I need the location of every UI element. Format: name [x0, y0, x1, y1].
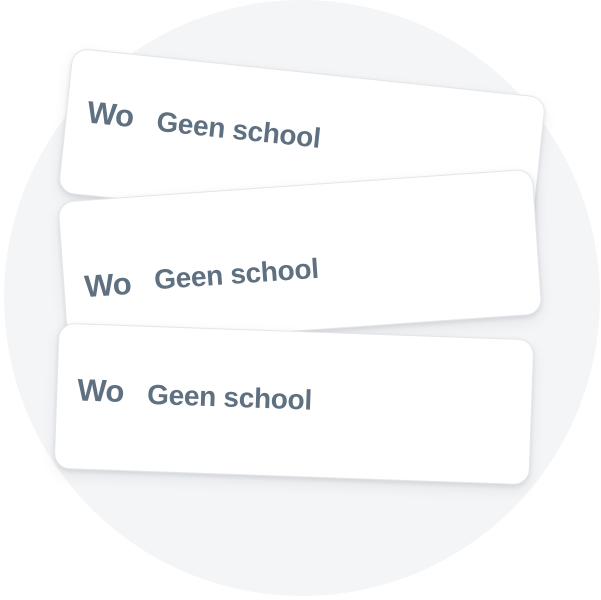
status-label: Geen school: [153, 252, 320, 296]
day-abbreviation: Wo: [83, 265, 133, 305]
status-label: Geen school: [155, 105, 323, 154]
illustration: Wo Geen school Wo Geen school Wo Geen sc…: [0, 0, 601, 600]
day-abbreviation: Wo: [76, 372, 125, 410]
status-label: Geen school: [146, 378, 313, 416]
schedule-card: Wo Geen school: [53, 322, 535, 486]
day-abbreviation: Wo: [85, 94, 136, 135]
